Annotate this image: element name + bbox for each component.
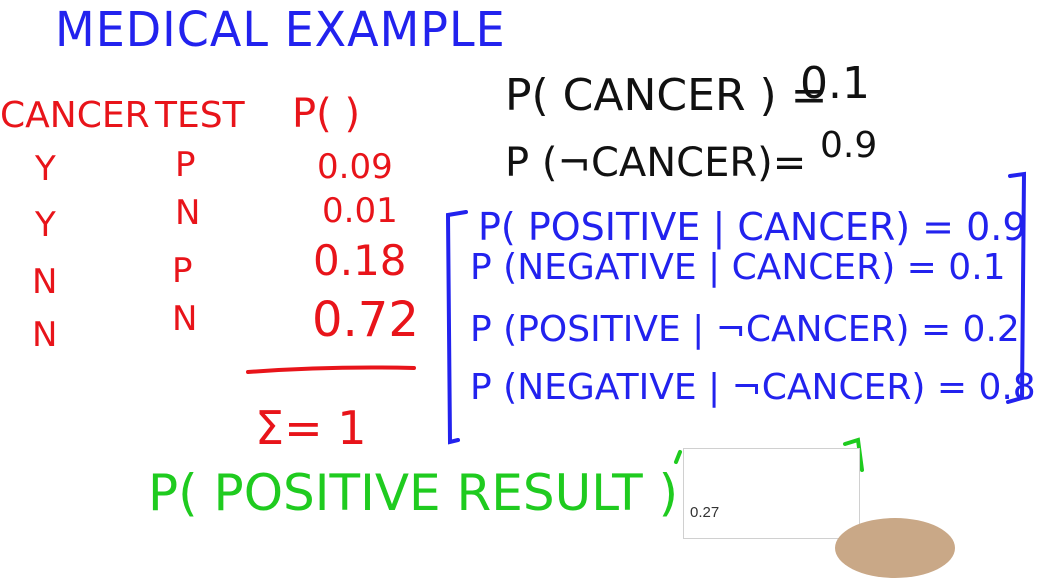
table-sum-divider — [246, 365, 416, 374]
answer-input[interactable] — [683, 448, 860, 539]
whiteboard-strokes — [246, 171, 1027, 472]
right-bracket — [1006, 171, 1027, 404]
presenter-hand — [835, 518, 955, 578]
left-bracket — [445, 210, 468, 445]
